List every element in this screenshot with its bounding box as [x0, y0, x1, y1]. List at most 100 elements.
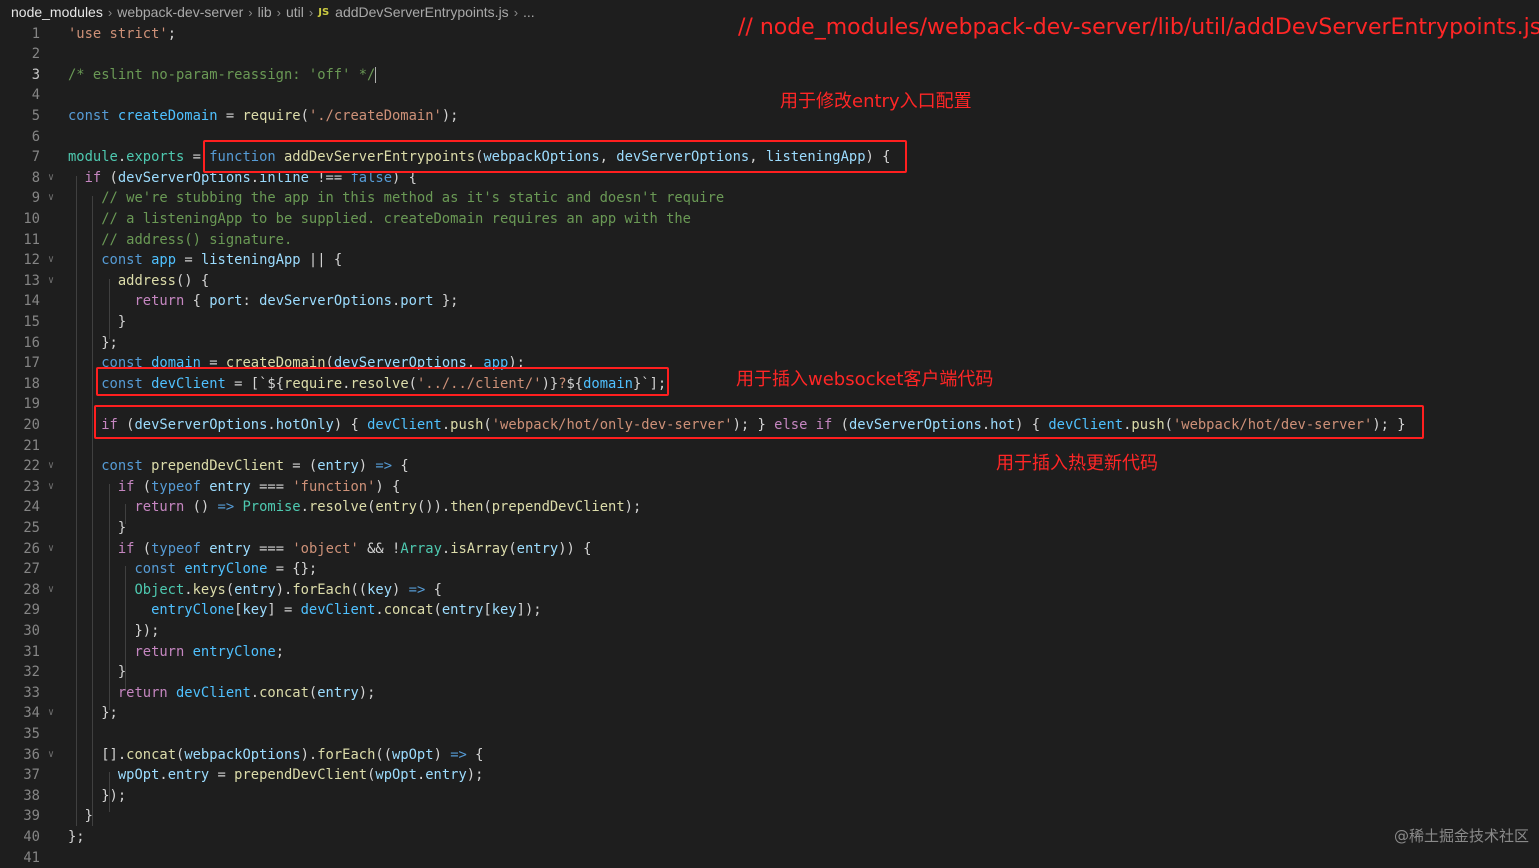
- fold-chevron-icon[interactable]: ∨: [48, 188, 54, 209]
- line-number: 17: [0, 353, 40, 374]
- code-line[interactable]: 12∨ const app = listeningApp || {: [0, 250, 1539, 271]
- code-line[interactable]: 41: [0, 848, 1539, 868]
- code-token: [184, 644, 192, 660]
- line-number: 39: [0, 806, 40, 827]
- code-text: entryClone[key] = devClient.concat(entry…: [68, 600, 542, 621]
- code-line[interactable]: 28∨ Object.keys(entry).forEach((key) => …: [0, 580, 1539, 601]
- code-token: [143, 458, 151, 474]
- line-number: 33: [0, 683, 40, 704]
- code-text: address() {: [68, 271, 209, 292]
- code-text: const createDomain = require('./createDo…: [68, 106, 458, 127]
- code-token: ()).: [417, 499, 450, 515]
- code-line[interactable]: 35: [0, 724, 1539, 745]
- code-text: wpOpt.entry = prependDevClient(wpOpt.ent…: [68, 765, 483, 786]
- fold-chevron-icon[interactable]: ∨: [48, 745, 54, 766]
- code-token: prependDevClient: [492, 499, 625, 515]
- code-token: webpackOptions: [184, 747, 300, 763]
- code-line[interactable]: 32 }: [0, 662, 1539, 683]
- code-line[interactable]: 2: [0, 44, 1539, 65]
- code-token: entryClone: [193, 644, 276, 660]
- line-number: 25: [0, 518, 40, 539]
- code-text: };: [68, 827, 85, 848]
- code-token: [68, 232, 101, 248]
- code-token: key: [367, 582, 392, 598]
- code-token: if: [118, 541, 135, 557]
- line-number: 13: [0, 271, 40, 292]
- code-line[interactable]: 29 entryClone[key] = devClient.concat(en…: [0, 600, 1539, 621]
- code-token: // we're stubbing the app in this method…: [101, 190, 724, 206]
- code-line[interactable]: 14 return { port: devServerOptions.port …: [0, 291, 1539, 312]
- code-line[interactable]: 22∨ const prependDevClient = (entry) => …: [0, 456, 1539, 477]
- fold-chevron-icon[interactable]: ∨: [48, 477, 54, 498]
- code-line[interactable]: 13 ∨ address() {: [0, 271, 1539, 292]
- code-line[interactable]: 24 return () => Promise.resolve(entry())…: [0, 497, 1539, 518]
- code-line[interactable]: 37 wpOpt.entry = prependDevClient(wpOpt.…: [0, 765, 1539, 786]
- code-token: const: [68, 108, 110, 124]
- chevron-right-icon: ›: [108, 5, 112, 20]
- line-number: 20: [0, 415, 40, 436]
- fold-chevron-icon[interactable]: ∨: [48, 539, 54, 560]
- code-line[interactable]: 27 const entryClone = {};: [0, 559, 1539, 580]
- code-line[interactable]: 31 return entryClone;: [0, 642, 1539, 663]
- breadcrumb-item-util[interactable]: util: [286, 4, 304, 20]
- line-number: 38: [0, 786, 40, 807]
- code-token: [68, 499, 134, 515]
- line-number: 28: [0, 580, 40, 601]
- code-token: [: [483, 602, 491, 618]
- code-line[interactable]: 11 // address() signature.: [0, 230, 1539, 251]
- fold-chevron-icon[interactable]: ∨: [48, 456, 54, 477]
- code-line[interactable]: 38 });: [0, 786, 1539, 807]
- code-token: (): [184, 499, 217, 515]
- code-token: entry: [168, 767, 210, 783]
- code-line[interactable]: 10 // a listeningApp to be supplied. cre…: [0, 209, 1539, 230]
- code-line[interactable]: 3/* eslint no-param-reassign: 'off' */: [0, 65, 1539, 86]
- code-line[interactable]: 25 }: [0, 518, 1539, 539]
- fold-chevron-icon[interactable]: ∨: [48, 250, 54, 271]
- code-line[interactable]: 15 }: [0, 312, 1539, 333]
- code-token: [168, 685, 176, 701]
- fold-chevron-icon[interactable]: ∨: [48, 271, 54, 292]
- code-text: };: [68, 703, 118, 724]
- line-number: 34: [0, 703, 40, 724]
- code-line[interactable]: 16 };: [0, 333, 1539, 354]
- code-token: );: [625, 499, 642, 515]
- code-token: (: [508, 541, 516, 557]
- line-number: 8: [0, 168, 40, 189]
- breadcrumb-ellipsis[interactable]: ...: [523, 4, 535, 20]
- code-token: isArray: [450, 541, 508, 557]
- code-line[interactable]: 9∨ // we're stubbing the app in this met…: [0, 188, 1539, 209]
- code-token: };: [68, 829, 85, 845]
- code-token: devClient: [176, 685, 251, 701]
- code-token: .: [442, 541, 450, 557]
- code-line[interactable]: 26∨ if (typeof entry === 'object' && !Ar…: [0, 539, 1539, 560]
- breadcrumb-item-webpack-dev-server[interactable]: webpack-dev-server: [117, 4, 243, 20]
- breadcrumb-item-node-modules[interactable]: node_modules: [11, 4, 103, 20]
- code-text: const app = listeningApp || {: [68, 250, 342, 271]
- code-token: .: [184, 582, 192, 598]
- code-line[interactable]: 34 ∨ };: [0, 703, 1539, 724]
- code-token: :: [242, 293, 259, 309]
- code-text: // we're stubbing the app in this method…: [68, 188, 724, 209]
- code-token: devServerOptions: [259, 293, 392, 309]
- code-token: Object: [134, 582, 184, 598]
- code-token: [68, 252, 101, 268]
- code-token: ]);: [517, 602, 542, 618]
- code-line[interactable]: 40};: [0, 827, 1539, 848]
- code-token: prependDevClient: [234, 767, 367, 783]
- fold-chevron-icon[interactable]: ∨: [48, 703, 54, 724]
- code-line[interactable]: 23∨ if (typeof entry === 'function') {: [0, 477, 1539, 498]
- code-line[interactable]: 5const createDomain = require('./createD…: [0, 106, 1539, 127]
- code-line[interactable]: 39 }: [0, 806, 1539, 827]
- code-line[interactable]: 30 });: [0, 621, 1539, 642]
- code-line[interactable]: 33 return devClient.concat(entry);: [0, 683, 1539, 704]
- breadcrumb-item-file[interactable]: addDevServerEntrypoints.js: [335, 4, 509, 20]
- breadcrumb-item-lib[interactable]: lib: [258, 4, 272, 20]
- code-line[interactable]: 4: [0, 85, 1539, 106]
- code-line[interactable]: 36∨ [].concat(webpackOptions).forEach((w…: [0, 745, 1539, 766]
- fold-chevron-icon[interactable]: ∨: [48, 168, 54, 189]
- fold-chevron-icon[interactable]: ∨: [48, 580, 54, 601]
- code-token: [68, 685, 118, 701]
- code-token: [68, 479, 118, 495]
- code-token: wpOpt: [118, 767, 160, 783]
- code-token: (: [483, 499, 491, 515]
